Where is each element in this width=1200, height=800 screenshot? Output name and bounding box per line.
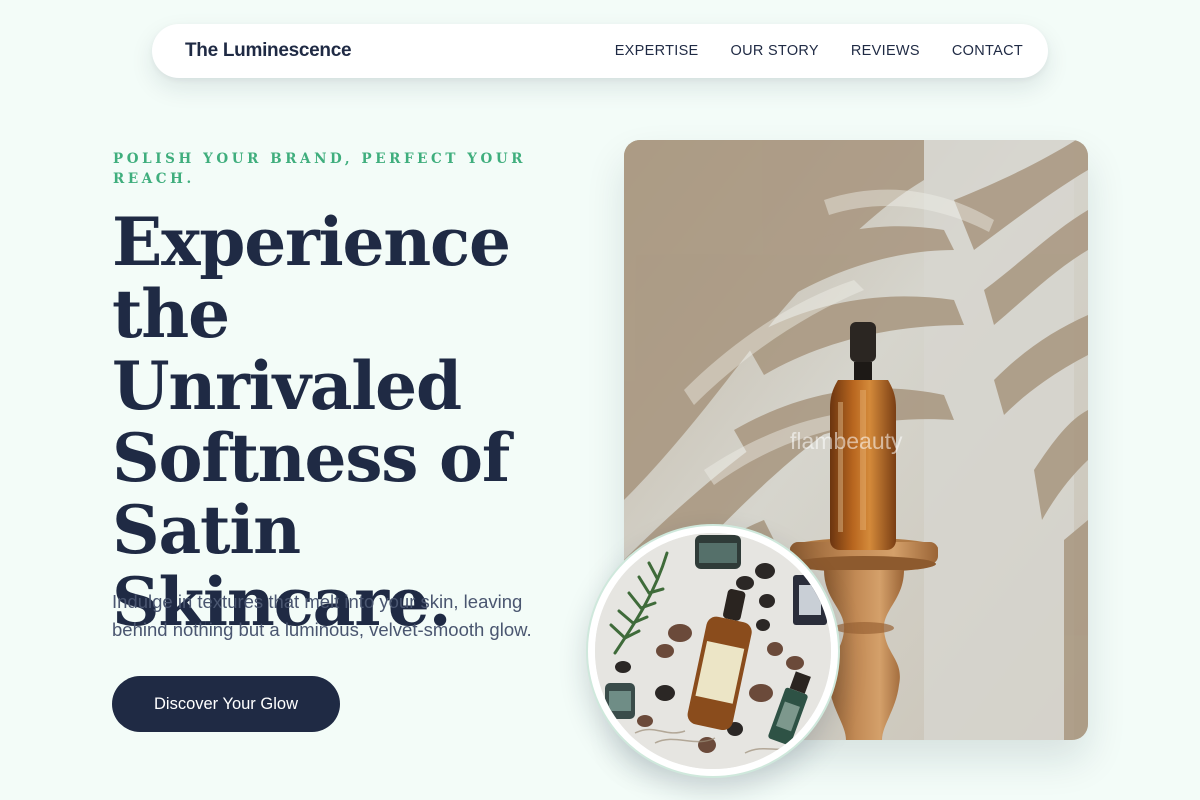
- nav-link-contact[interactable]: CONTACT: [952, 43, 1023, 59]
- hero-description: Indulge in textures that melt into your …: [112, 591, 532, 640]
- headline-line: Experience: [112, 203, 511, 281]
- discover-your-glow-button[interactable]: Discover Your Glow: [112, 676, 340, 732]
- skincare-flatlay-photo-icon: [595, 533, 831, 769]
- nav-link-reviews[interactable]: REVIEWS: [851, 43, 920, 59]
- headline-line: the Unrivaled: [112, 275, 462, 425]
- headline-line: Softness of: [112, 419, 510, 497]
- product-flatlay-image: [595, 533, 831, 769]
- nav-link-our-story[interactable]: OUR STORY: [731, 43, 819, 59]
- nav-links: EXPERTISE OUR STORY REVIEWS CONTACT: [615, 43, 1023, 59]
- hero-headline: Experience the Unrivaled Softness of Sat…: [112, 206, 582, 638]
- brand-logo[interactable]: The Luminescence: [185, 40, 352, 62]
- hero-eyebrow: POLISH YOUR BRAND, PERFECT YOUR REACH.: [113, 151, 527, 187]
- top-nav: The Luminescence EXPERTISE OUR STORY REV…: [152, 24, 1048, 78]
- product-flatlay-inset: [586, 524, 840, 778]
- nav-link-expertise[interactable]: EXPERTISE: [615, 43, 699, 59]
- headline-line: Satin: [112, 491, 301, 569]
